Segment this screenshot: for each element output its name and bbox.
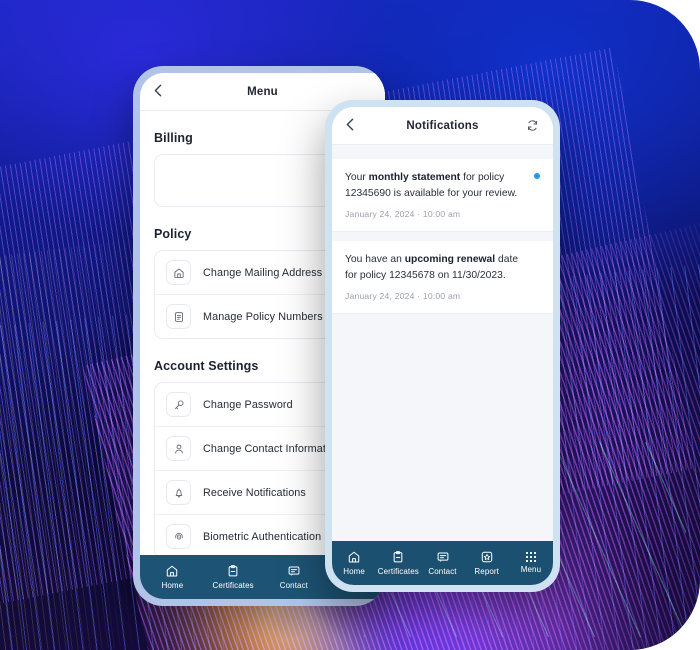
tab-label: Home (343, 567, 365, 576)
notification-text-bold: monthly statement (368, 172, 461, 183)
menu-item-label: Change Mailing Address (203, 266, 323, 279)
tab-menu[interactable]: Menu (509, 552, 553, 574)
notifications-bottom-navigation: Home Certificates Contact Report Menu (332, 541, 553, 585)
notification-text-bold: upcoming renewal (404, 253, 496, 265)
tab-certificates[interactable]: Certificates (376, 550, 420, 576)
person-icon (166, 436, 191, 461)
fingerprint-icon (166, 524, 191, 549)
chevron-left-icon[interactable] (346, 118, 354, 134)
notification-item[interactable]: You have an upcoming renewal date for po… (332, 240, 553, 314)
grid-icon (525, 552, 536, 562)
tab-label: Home (161, 581, 184, 590)
tab-certificates[interactable]: Certificates (203, 564, 264, 590)
tab-contact[interactable]: Contact (264, 564, 325, 590)
menu-item-label: Change Contact Information (203, 442, 341, 455)
notification-text-before: Your (345, 172, 369, 183)
key-icon (166, 392, 191, 417)
page-title: Notifications (406, 119, 479, 132)
document-icon (166, 304, 191, 329)
menu-item-label: Receive Notifications (203, 486, 306, 499)
tab-label: Contact (428, 567, 457, 576)
notification-item[interactable]: Your monthly statement for policy 123456… (332, 159, 553, 232)
menu-item-label: Change Password (203, 398, 293, 411)
screenshot-stage: Menu Billing Policy Change Mailing Addre… (0, 0, 700, 650)
chevron-left-icon[interactable] (154, 84, 162, 100)
notifications-screen: Notifications Your monthly statement for… (332, 107, 553, 585)
notification-text: Your monthly statement for policy 123456… (345, 170, 540, 202)
tab-label: Certificates (377, 567, 419, 576)
tab-contact[interactable]: Contact (420, 550, 464, 576)
list-divider (332, 231, 553, 241)
notification-timestamp: January 24, 2024 · 10:00 am (345, 290, 461, 301)
unread-dot (534, 173, 540, 179)
menu-item-label: Biometric Authentication (203, 530, 322, 543)
page-title: Menu (247, 85, 278, 98)
tab-label: Menu (520, 565, 542, 574)
notifications-list: Your monthly statement for policy 123456… (332, 145, 553, 541)
home-icon (166, 260, 191, 285)
phone-notifications-mockup: Notifications Your monthly statement for… (325, 100, 560, 592)
tab-label: Report (474, 567, 500, 576)
menu-item-label: Manage Policy Numbers (203, 310, 323, 323)
tab-home[interactable]: Home (142, 564, 203, 590)
tab-home[interactable]: Home (332, 550, 376, 576)
tab-report[interactable]: Report (465, 550, 509, 576)
tab-label: Contact (279, 581, 309, 590)
notification-text: You have an upcoming renewal date for po… (345, 252, 540, 284)
bell-icon (166, 480, 191, 505)
notification-timestamp: January 24, 2024 · 10:00 am (345, 208, 461, 219)
tab-label: Certificates (212, 581, 254, 590)
notification-text-before: You have an (345, 253, 405, 265)
refresh-icon[interactable] (526, 119, 539, 132)
notifications-header: Notifications (332, 107, 553, 145)
